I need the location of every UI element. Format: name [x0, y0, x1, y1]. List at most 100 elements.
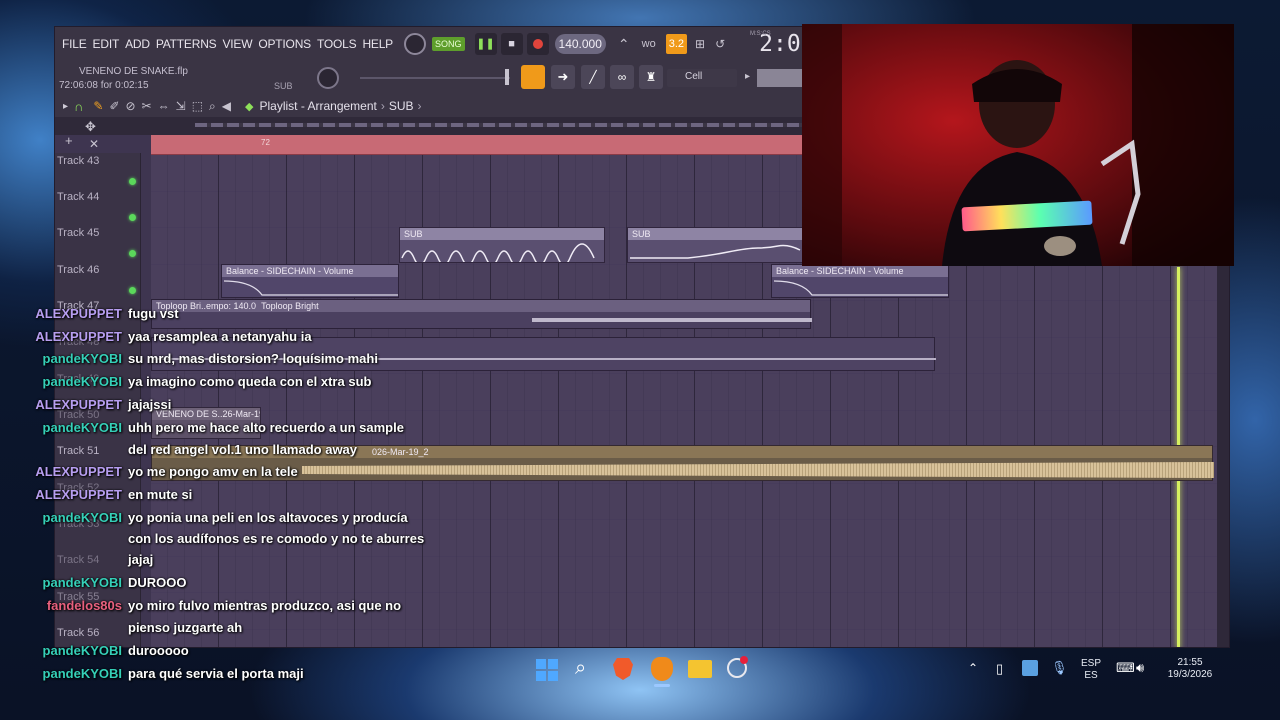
chat-username[interactable]: ALEXPUPPET: [35, 464, 122, 479]
time-unit-label: M:S:CS: [750, 31, 771, 37]
sub-clip[interactable]: SUB: [399, 227, 605, 266]
chat-text: yo ponia una peli en los altavoces y pro…: [128, 510, 408, 525]
brave-browser-icon[interactable]: [613, 658, 633, 680]
chat-username[interactable]: fandelos80s: [47, 598, 122, 613]
typing-keyboard-icon[interactable]: ⊞: [695, 37, 705, 51]
playlist-button[interactable]: [521, 65, 545, 89]
track-name[interactable]: Track 46: [57, 264, 99, 276]
track-name[interactable]: Track 45: [57, 227, 99, 239]
chat-message: pienso juzgarte ah: [0, 620, 1280, 640]
select-tool-icon[interactable]: ⬚: [192, 99, 203, 113]
tempo-display[interactable]: 140.000: [554, 34, 606, 54]
playlist-toolbar: ▸ ∩ ✎ ✐ ⊘ ✂ ⇔ ⇲ ⬚ ⌕ ◀ ◆ Playlist - Arran…: [55, 95, 815, 117]
sub-clip[interactable]: SUB: [627, 227, 803, 263]
close-x-icon[interactable]: ✕: [89, 137, 99, 151]
network-icon[interactable]: ⌨: [1116, 660, 1135, 676]
chat-message: pandeKYOBI uhh pero me hace alto recuerdo…: [0, 420, 1280, 440]
track-mute-led[interactable]: [129, 250, 136, 257]
usb-icon[interactable]: ▯: [996, 661, 1003, 677]
chat-username[interactable]: ALEXPUPPET: [35, 306, 122, 321]
magnet-icon[interactable]: ∩: [74, 99, 83, 114]
wait-input-icon[interactable]: ᴡᴏ: [642, 38, 656, 50]
menu-patterns[interactable]: PATTERNS: [153, 37, 220, 51]
chat-message: pandeKYOBI DUROOO: [0, 575, 1280, 595]
track-mute-led[interactable]: [129, 178, 136, 185]
cell-selector[interactable]: Cell: [667, 69, 737, 87]
pat-song-dial[interactable]: [404, 33, 426, 55]
chat-text: fugu vst: [128, 306, 179, 321]
playlist-menu-arrow-icon[interactable]: ▸: [63, 101, 68, 112]
chat-username[interactable]: ALEXPUPPET: [35, 329, 122, 344]
add-track-icon[interactable]: +: [65, 133, 73, 148]
chat-message: con los audífonos es re comodo y no te a…: [0, 531, 1280, 551]
loop-record-icon[interactable]: ↺: [715, 37, 725, 51]
mute-tool-icon[interactable]: ✂: [142, 99, 152, 113]
volume-icon[interactable]: 🔊︎: [1136, 660, 1144, 676]
playlist-pattern-name: SUB: [388, 99, 414, 113]
cell-label: Cell: [685, 71, 703, 82]
chat-text: del red angel vol.1 uno llamado away: [128, 442, 358, 457]
tray-chevron-icon[interactable]: ⌃: [968, 661, 978, 675]
track-mute-led[interactable]: [129, 287, 136, 294]
clock[interactable]: 21:55 19/3/2026: [1158, 657, 1222, 681]
chat-username[interactable]: pandeKYOBI: [43, 374, 122, 389]
pencil-icon[interactable]: ✎: [93, 99, 103, 113]
microphone-icon[interactable]: 🎙︎: [1051, 660, 1068, 676]
webcam-feed-image: [802, 24, 1234, 266]
chat-text: yo miro fulvo mientras produzco, asi que…: [128, 598, 402, 613]
snap-icon[interactable]: ✥: [85, 119, 96, 135]
playback-tool-icon[interactable]: ◀: [222, 99, 231, 113]
chat-username[interactable]: pandeKYOBI: [43, 420, 122, 435]
chat-username[interactable]: pandeKYOBI: [43, 666, 122, 681]
automation-clip[interactable]: Balance - SIDECHAIN - Volume: [221, 264, 399, 298]
menu-file[interactable]: FILE: [59, 37, 90, 51]
track-name[interactable]: Track 43: [57, 155, 99, 167]
track-name[interactable]: Track 44: [57, 191, 99, 203]
track-mute-led[interactable]: [129, 214, 136, 221]
chat-username[interactable]: ALEXPUPPET: [35, 397, 122, 412]
menu-options[interactable]: OPTIONS: [255, 37, 314, 51]
search-icon[interactable]: ⌕: [575, 657, 586, 680]
browser-icon[interactable]: ♜: [639, 65, 663, 89]
app-tray-icon[interactable]: [1022, 660, 1038, 676]
brush-icon[interactable]: ✐: [109, 99, 119, 113]
menu-add[interactable]: ADD: [122, 37, 153, 51]
automation-clip[interactable]: Balance - SIDECHAIN - Volume: [771, 264, 949, 298]
chat-username[interactable]: pandeKYOBI: [43, 643, 122, 658]
project-file-name: VENENO DE SNAKE.flp: [79, 66, 188, 77]
clock-time: 21:55: [1177, 657, 1203, 668]
metronome-icon[interactable]: ⌃: [618, 36, 630, 53]
language-indicator[interactable]: ESP ES: [1076, 658, 1106, 682]
link-icon[interactable]: ∞: [610, 65, 634, 89]
pause-button[interactable]: ❚❚: [474, 33, 497, 55]
chat-username[interactable]: ALEXPUPPET: [35, 487, 122, 502]
song-mode-button[interactable]: SONG: [432, 37, 465, 51]
stop-button[interactable]: ■: [500, 33, 523, 55]
delete-tool-icon[interactable]: ⊘: [126, 99, 136, 113]
pitch-slider-handle[interactable]: [505, 69, 509, 85]
chat-message: ALEXPUPPET yo me pongo amv en la tele: [0, 464, 1280, 484]
step-edit-button[interactable]: 3.2: [665, 34, 687, 54]
chat-text: jajajssi: [128, 397, 172, 412]
chat-username[interactable]: pandeKYOBI: [43, 351, 122, 366]
menu-view[interactable]: VIEW: [219, 37, 255, 51]
master-pitch-slider[interactable]: [360, 77, 510, 79]
record-button[interactable]: [526, 33, 549, 55]
menu-help[interactable]: HELP: [359, 37, 396, 51]
menu-edit[interactable]: EDIT: [90, 37, 123, 51]
chat-username[interactable]: pandeKYOBI: [43, 575, 122, 590]
file-explorer-icon[interactable]: [688, 660, 712, 678]
breadcrumb-separator-2: ›: [417, 99, 422, 113]
slice-tool-icon[interactable]: ⇲: [176, 99, 186, 113]
chat-username[interactable]: pandeKYOBI: [43, 510, 122, 525]
windows-start-icon[interactable]: [536, 659, 558, 681]
fl-studio-icon[interactable]: [651, 657, 673, 681]
master-volume-knob[interactable]: [317, 67, 339, 89]
slip-tool-icon[interactable]: ⇔: [158, 99, 170, 113]
chat-message: ALEXPUPPET jajajssi: [0, 397, 1280, 417]
mixer-icon[interactable]: ╱: [581, 65, 605, 89]
menu-tools[interactable]: TOOLS: [314, 37, 359, 51]
next-arrow-icon[interactable]: ▸: [745, 71, 750, 82]
arrow-forward-icon[interactable]: ➜: [551, 65, 575, 89]
zoom-tool-icon[interactable]: ⌕: [209, 99, 216, 114]
